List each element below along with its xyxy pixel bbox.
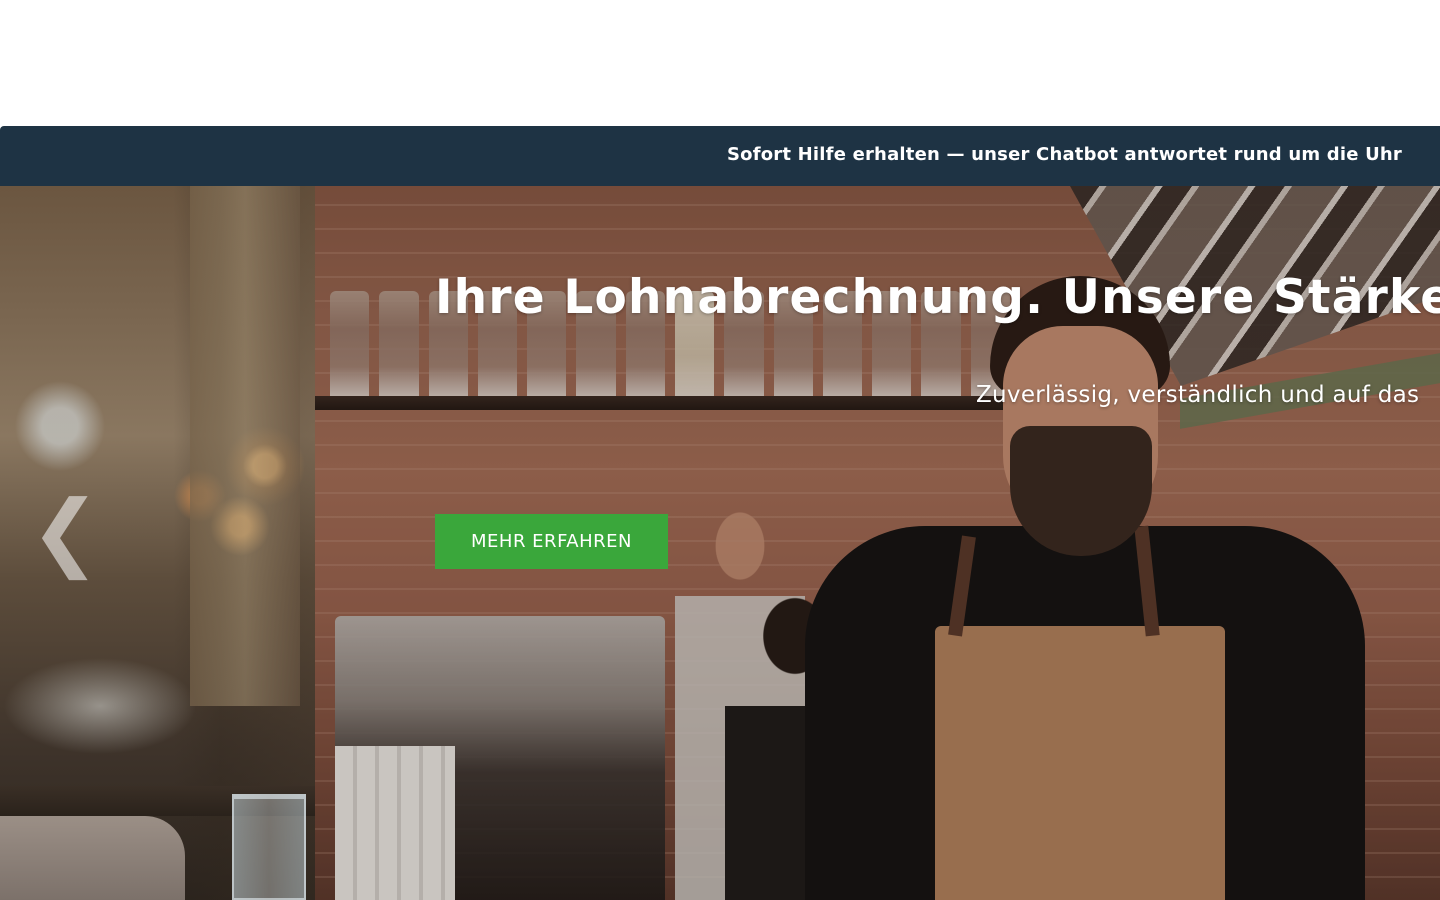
- carousel-previous-slide: ❮: [0, 186, 315, 900]
- cafe-chair: [0, 816, 185, 900]
- water-glass: [232, 794, 306, 900]
- cafe-pillar: [190, 186, 300, 706]
- hero-subtitle: Zuverlässig, verständlich und auf das: [976, 382, 1420, 408]
- learn-more-button[interactable]: MEHR ERFAHREN: [435, 514, 668, 569]
- chatbot-info-bar: Sofort Hilfe erhalten — unser Chatbot an…: [0, 126, 1440, 186]
- chevron-left-icon[interactable]: ❮: [30, 486, 100, 576]
- site-header: [0, 0, 1440, 126]
- chatbot-info-text: Sofort Hilfe erhalten — unser Chatbot an…: [726, 144, 1402, 165]
- hero-title: Ihre Lohnabrechnung. Unsere Stärke: [435, 270, 1440, 325]
